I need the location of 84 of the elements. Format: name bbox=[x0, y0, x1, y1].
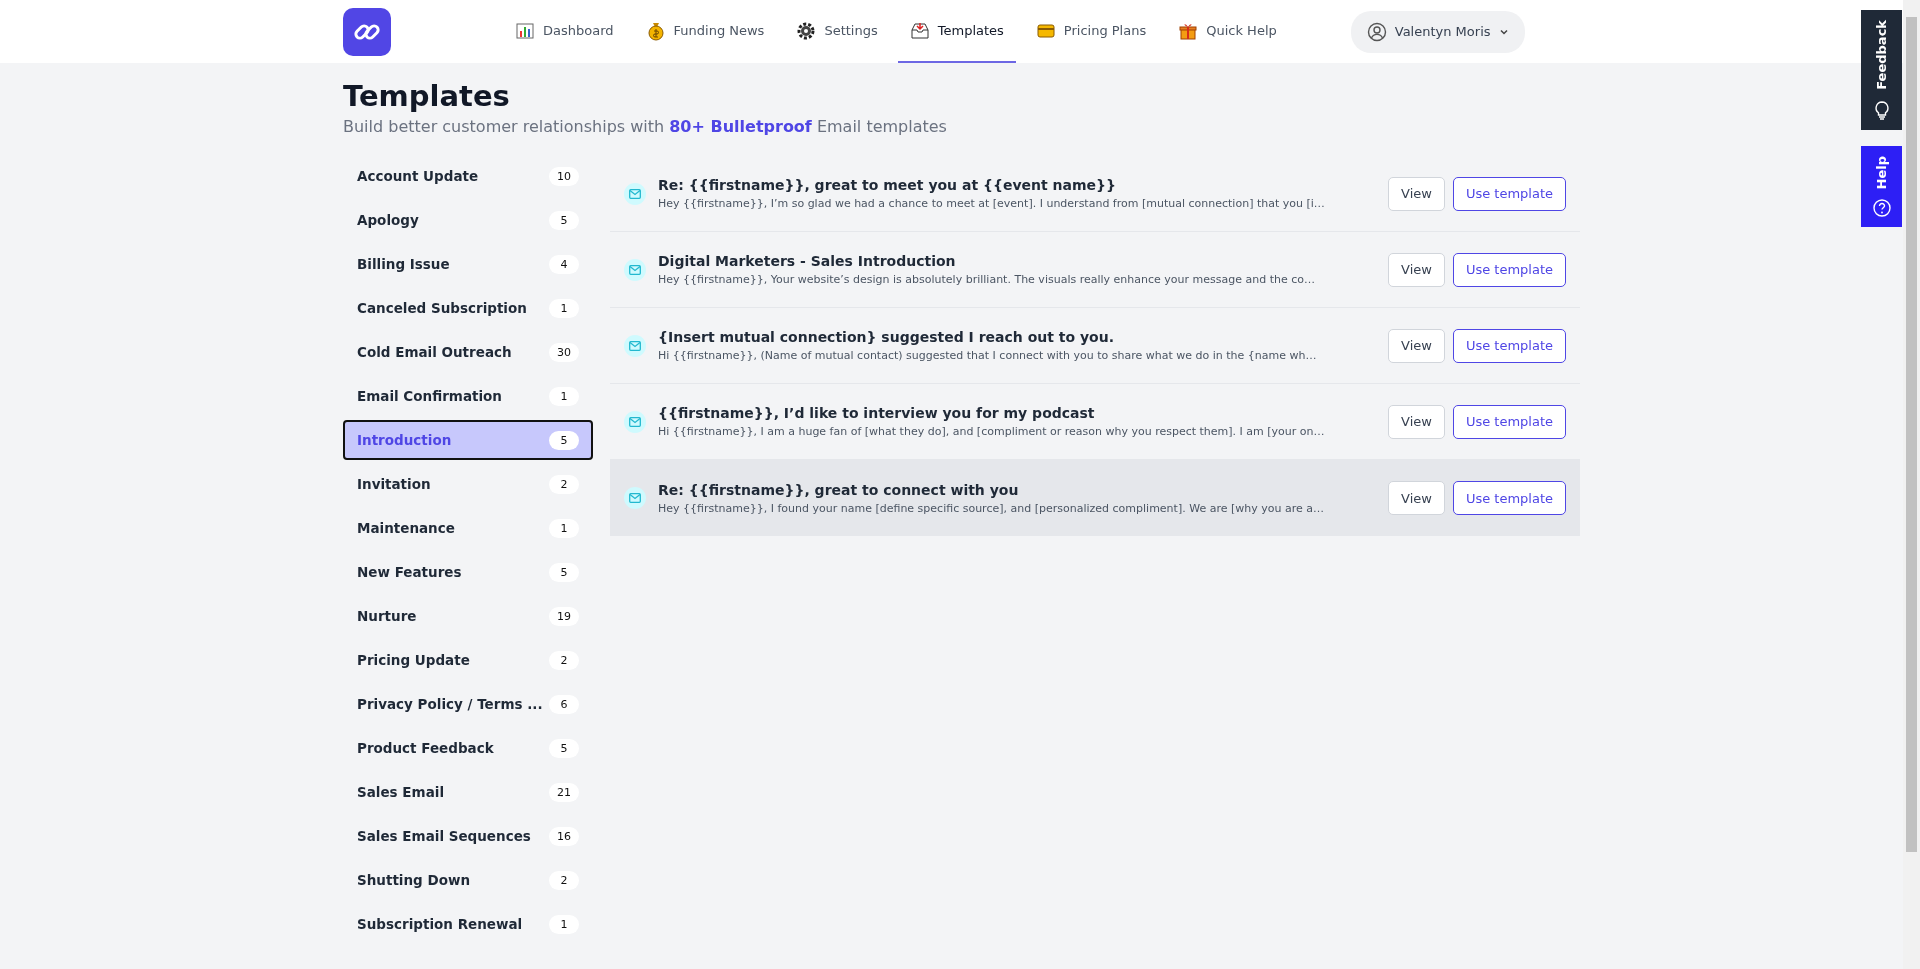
use-template-button[interactable]: Use template bbox=[1452, 328, 1566, 363]
count-badge: 5 bbox=[549, 562, 579, 582]
user-menu[interactable]: Valentyn Moris bbox=[1350, 10, 1525, 53]
help-icon bbox=[1872, 199, 1891, 218]
category-item[interactable]: Pricing Update 2 bbox=[343, 640, 593, 680]
count-badge: 30 bbox=[549, 342, 579, 362]
use-template-button[interactable]: Use template bbox=[1452, 404, 1566, 439]
category-item[interactable]: Maintenance 1 bbox=[343, 508, 593, 548]
count-badge: 1 bbox=[549, 386, 579, 406]
count-badge: 2 bbox=[549, 870, 579, 890]
template-title: {Insert mutual connection} suggested I reach out to you. bbox=[658, 329, 1116, 345]
count-badge: 1 bbox=[549, 518, 579, 538]
category-item[interactable]: Sales Email 21 bbox=[343, 772, 593, 812]
count-badge: 5 bbox=[549, 430, 579, 450]
nav-tab[interactable]: Templates bbox=[897, 0, 1016, 63]
help-tab[interactable]: Help bbox=[1861, 145, 1902, 228]
count-badge: 6 bbox=[549, 694, 579, 714]
use-template-button[interactable]: Use template bbox=[1452, 176, 1566, 211]
category-item[interactable]: Cold Email Outreach 30 bbox=[343, 332, 593, 372]
template-preview: Hey {{firstname}}, I’m so glad we had a chance to meet at [event]. I understand from [mutual connection] that you [i… bbox=[658, 197, 1326, 210]
template-preview: Hey {{firstname}}, Your website’s design is absolutely brilliant. The visuals really enhance your message and the co… bbox=[658, 273, 1316, 286]
nav-tab[interactable]: Settings bbox=[784, 0, 890, 63]
category-item[interactable]: Account Update 10 bbox=[343, 156, 593, 196]
template-title: Re: {{firstname}}, great to meet you at {{event name}} bbox=[658, 177, 1117, 193]
template-row[interactable]: {Insert mutual connection} suggested I reach out to you. Hi {{firstname}}, (Name of mutual contact) suggested that I connect with you to share what we do in the {name wh… View Use template bbox=[610, 308, 1580, 384]
nav-tab[interactable]: Quick Help bbox=[1166, 0, 1289, 63]
view-button[interactable]: View bbox=[1388, 481, 1445, 515]
count-badge: 1 bbox=[549, 298, 579, 318]
category-item[interactable]: Nurture 19 bbox=[343, 596, 593, 636]
template-preview: Hi {{firstname}}, (Name of mutual contact) suggested that I connect with you to share what we do in the {name wh… bbox=[658, 349, 1318, 362]
mail-icon bbox=[624, 258, 646, 281]
category-item[interactable]: Apology 5 bbox=[343, 200, 593, 240]
page-title: Templates bbox=[343, 79, 510, 113]
count-badge: 21 bbox=[549, 782, 579, 802]
category-item[interactable]: Email Confirmation 1 bbox=[343, 376, 593, 416]
count-badge: 2 bbox=[549, 474, 579, 494]
user-icon bbox=[1366, 21, 1387, 42]
nav-tab[interactable]: Pricing Plans bbox=[1023, 0, 1159, 63]
template-preview: Hi {{firstname}}, I am a huge fan of [what they do], and [compliment or reason why you respect them]. I am [your on… bbox=[658, 425, 1326, 438]
template-title: Digital Marketers - Sales Introduction bbox=[658, 253, 957, 269]
category-item[interactable]: Shutting Down 2 bbox=[343, 860, 593, 900]
template-title: {{firstname}}, I’d like to interview you for my podcast bbox=[658, 405, 1096, 421]
category-item[interactable]: Invitation 2 bbox=[343, 464, 593, 504]
view-button[interactable]: View bbox=[1388, 328, 1445, 363]
count-badge: 5 bbox=[549, 210, 579, 230]
category-item[interactable]: New Features 5 bbox=[343, 552, 593, 592]
view-button[interactable]: View bbox=[1388, 176, 1445, 211]
settings-icon bbox=[796, 20, 817, 41]
count-badge: 5 bbox=[549, 738, 579, 758]
feedback-tab[interactable]: Feedback bbox=[1861, 10, 1902, 130]
view-button[interactable]: View bbox=[1388, 252, 1445, 287]
category-item[interactable]: Privacy Policy / Terms ... 6 bbox=[343, 684, 593, 724]
logo-icon[interactable] bbox=[343, 7, 391, 56]
money-bag-icon bbox=[645, 20, 666, 41]
template-row[interactable]: Re: {{firstname}}, great to connect with you Hey {{firstname}}, I found your name [define specific source], and [personalized compliment]. We are [why you are a… View Use template bbox=[610, 460, 1580, 536]
chart-icon bbox=[515, 20, 535, 41]
category-item[interactable]: Sales Email Sequences 16 bbox=[343, 816, 593, 856]
count-badge: 2 bbox=[549, 650, 579, 670]
lightbulb-icon bbox=[1872, 99, 1891, 120]
category-item[interactable]: Subscription Renewal 1 bbox=[343, 904, 593, 944]
mail-icon bbox=[624, 334, 646, 357]
template-title: Re: {{firstname}}, great to connect with you bbox=[658, 481, 1020, 498]
category-item[interactable]: Canceled Subscription 1 bbox=[343, 288, 593, 328]
page-subtitle: Build better customer relationships with 80+ Bulletproof Email templates bbox=[343, 117, 948, 136]
category-item[interactable]: Billing Issue 4 bbox=[343, 244, 593, 284]
template-row[interactable]: Digital Marketers - Sales Introduction Hey {{firstname}}, Your website’s design is absolutely brilliant. The visuals really enhance your message and the co… View Use template bbox=[610, 232, 1580, 308]
use-template-button[interactable]: Use template bbox=[1452, 252, 1566, 287]
count-badge: 4 bbox=[549, 254, 579, 274]
nav-tab[interactable]: Funding News bbox=[633, 0, 777, 63]
nav-tab[interactable]: Dashboard bbox=[503, 0, 626, 63]
template-preview: Hey {{firstname}}, I found your name [define specific source], and [personalized compliment]. We are [why you are a… bbox=[658, 501, 1325, 515]
category-item[interactable]: Introduction 5 bbox=[343, 420, 593, 460]
template-row[interactable]: Re: {{firstname}}, great to meet you at {{event name}} Hey {{firstname}}, I’m so glad we had a chance to meet at [event]. I understand from [mutual connection] that you [i… View Use template bbox=[610, 156, 1580, 232]
use-template-button[interactable]: Use template bbox=[1452, 481, 1566, 515]
mail-icon bbox=[624, 182, 646, 205]
count-badge: 10 bbox=[549, 166, 579, 186]
inbox-tray-icon bbox=[909, 20, 930, 41]
count-badge: 19 bbox=[549, 606, 579, 626]
count-badge: 16 bbox=[549, 826, 579, 846]
view-button[interactable]: View bbox=[1388, 404, 1445, 439]
mail-icon bbox=[624, 410, 646, 433]
mail-icon bbox=[624, 487, 646, 509]
category-item[interactable]: Product Feedback 5 bbox=[343, 728, 593, 768]
count-badge: 1 bbox=[549, 914, 579, 934]
